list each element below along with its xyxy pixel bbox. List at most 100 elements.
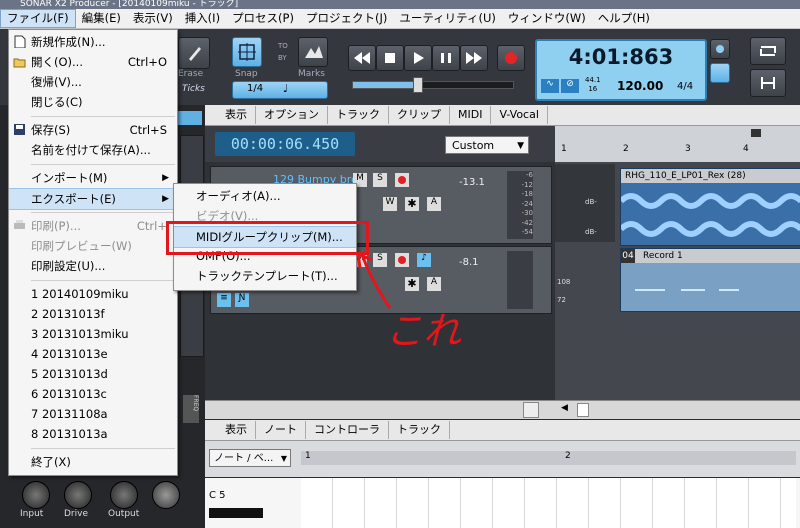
- midi-clip-name: Record 1: [643, 251, 683, 261]
- power-button[interactable]: [152, 481, 180, 509]
- scroll-options-icon[interactable]: [523, 402, 539, 418]
- track-1-solo[interactable]: S: [373, 173, 387, 187]
- export-audio[interactable]: オーディオ(A)...: [174, 186, 356, 206]
- track-1-write[interactable]: W: [383, 197, 397, 211]
- track-1-fx-icon[interactable]: ✱: [405, 197, 419, 211]
- recent-file[interactable]: 4 20131013e: [9, 344, 177, 364]
- file-menu-new[interactable]: 新規作成(N)...: [9, 32, 177, 52]
- stop-button[interactable]: [376, 45, 404, 71]
- loop-toggle-button[interactable]: [750, 37, 786, 65]
- file-menu-revert[interactable]: 復帰(V)...: [9, 72, 177, 92]
- recent-file[interactable]: 2 20131013f: [9, 304, 177, 324]
- track-time-display[interactable]: 00:00:06.450: [215, 132, 355, 156]
- piano-roll-grid[interactable]: C 5: [205, 478, 800, 528]
- piano-roll-select[interactable]: ノート / ベ... ▼: [209, 449, 291, 467]
- file-menu-close[interactable]: 閉じる(C): [9, 92, 177, 112]
- tv-menu-track[interactable]: トラック: [328, 106, 389, 124]
- file-menu-print-preview[interactable]: 印刷プレビュー(W): [9, 236, 177, 256]
- output-knob[interactable]: [110, 481, 138, 509]
- drive-knob[interactable]: [64, 481, 92, 509]
- menu-process[interactable]: プロセス(P): [226, 9, 300, 28]
- position-slider[interactable]: [352, 77, 514, 93]
- pr-menu-view[interactable]: 表示: [205, 421, 256, 439]
- file-menu-save[interactable]: 保存(S) Ctrl+S: [9, 120, 177, 140]
- export-track-template[interactable]: トラックテンプレート(T)...: [174, 266, 356, 286]
- track-1-volume[interactable]: -13.1: [459, 177, 485, 188]
- file-menu-print-setup[interactable]: 印刷設定(U)...: [9, 256, 177, 276]
- pr-menu-controller[interactable]: コントローラ: [306, 421, 389, 439]
- recent-file[interactable]: 1 20140109miku: [9, 284, 177, 304]
- separator: [31, 164, 175, 165]
- piano-roll-cells[interactable]: [301, 478, 796, 528]
- file-menu-save-as[interactable]: 名前を付けて保存(A)...: [9, 140, 177, 160]
- pause-button[interactable]: [432, 45, 460, 71]
- menu-project[interactable]: プロジェクト(J): [300, 9, 393, 28]
- track-1-archive[interactable]: A: [427, 197, 441, 211]
- erase-tool-button[interactable]: [178, 37, 210, 69]
- recent-file[interactable]: 8 20131013a: [9, 424, 177, 444]
- scroll-left-icon[interactable]: ◀: [561, 403, 568, 413]
- audio-clip[interactable]: RHG_110_E_LP01_Rex (28): [620, 168, 800, 246]
- now-marker[interactable]: [751, 129, 761, 137]
- punch-button[interactable]: [710, 63, 730, 83]
- menu-insert[interactable]: 挿入(I): [179, 9, 226, 28]
- inspector-tab[interactable]: [176, 111, 202, 125]
- menu-edit[interactable]: 編集(E): [76, 9, 127, 28]
- time-display[interactable]: 4:01:863 ∿ ⊘ 44.1 16 120.00 4/4: [535, 39, 707, 101]
- snap-resolution[interactable]: 1/4 ♩: [232, 81, 328, 99]
- punch-toggle-button[interactable]: [750, 69, 786, 97]
- print-icon: [14, 220, 25, 229]
- track-1-record-icon[interactable]: [395, 173, 409, 187]
- recent-file[interactable]: 7 20131108a: [9, 404, 177, 424]
- play-button[interactable]: [404, 45, 432, 71]
- horizontal-scrollbar[interactable]: ◀: [205, 400, 800, 419]
- file-menu-import[interactable]: インポート(M) ▶: [9, 168, 177, 188]
- tv-menu-midi[interactable]: MIDI: [450, 106, 492, 124]
- scroll-thumb[interactable]: [577, 403, 589, 417]
- snap-button[interactable]: [232, 37, 262, 67]
- recent-file[interactable]: 3 20131013miku: [9, 324, 177, 344]
- recent-file[interactable]: 5 20131013d: [9, 364, 177, 384]
- pr-menu-note[interactable]: ノート: [256, 421, 306, 439]
- meter-value[interactable]: 4/4: [677, 81, 693, 92]
- menu-help[interactable]: ヘルプ(H): [592, 9, 656, 28]
- position-slider-thumb[interactable]: [413, 77, 423, 93]
- recent-file[interactable]: 6 20131013c: [9, 384, 177, 404]
- file-menu-export[interactable]: エクスポート(E) ▶: [9, 188, 177, 210]
- preset-select[interactable]: Custom ▼: [445, 136, 529, 154]
- rewind-button[interactable]: [348, 45, 376, 71]
- menu-utility[interactable]: ユーティリティ(U): [393, 9, 502, 28]
- tv-menu-vvocal[interactable]: V-Vocal: [491, 106, 548, 124]
- fast-forward-button[interactable]: [460, 45, 488, 71]
- audio-clip-title: RHG_110_E_LP01_Rex (28): [621, 169, 800, 183]
- record-button[interactable]: [497, 45, 525, 71]
- track-2-automation-icon[interactable]: Ɲ: [235, 293, 249, 307]
- ticks-label: Ticks: [182, 84, 205, 94]
- tv-menu-options[interactable]: オプション: [256, 106, 328, 124]
- file-menu-exit[interactable]: 終了(X): [9, 452, 177, 472]
- loop-icon[interactable]: ⊘: [561, 79, 579, 93]
- tempo-value[interactable]: 120.00: [617, 79, 663, 93]
- menu-file[interactable]: ファイル(F): [0, 9, 76, 28]
- timeline-ruler[interactable]: 1 2 3 4: [555, 126, 800, 162]
- menu-view[interactable]: 表示(V): [127, 9, 179, 28]
- file-menu-open[interactable]: 開く(O)... Ctrl+O: [9, 52, 177, 72]
- input-knob[interactable]: [22, 481, 50, 509]
- separator: [31, 116, 175, 117]
- tv-menu-view[interactable]: 表示: [205, 106, 256, 124]
- piano-key[interactable]: [209, 508, 263, 518]
- piano-roll-ruler[interactable]: 1 2: [301, 451, 796, 465]
- ruler-label-2: 2: [623, 144, 629, 154]
- drive-label: Drive: [64, 509, 88, 519]
- menu-window[interactable]: ウィンドウ(W): [502, 9, 592, 28]
- pr-menu-track[interactable]: トラック: [389, 421, 450, 439]
- annotation-text: これ: [385, 309, 462, 353]
- tv-menu-clip[interactable]: クリップ: [389, 106, 450, 124]
- record-mode-button[interactable]: [710, 39, 730, 59]
- midi-clip[interactable]: 04 Record 1: [620, 248, 800, 312]
- track-2-eq-icon[interactable]: ≡: [217, 293, 231, 307]
- metronome-icon[interactable]: ∿: [541, 79, 559, 93]
- separator: [31, 280, 175, 281]
- file-menu-print[interactable]: 印刷(P)... Ctrl+: [9, 216, 177, 236]
- marks-button[interactable]: [298, 37, 328, 67]
